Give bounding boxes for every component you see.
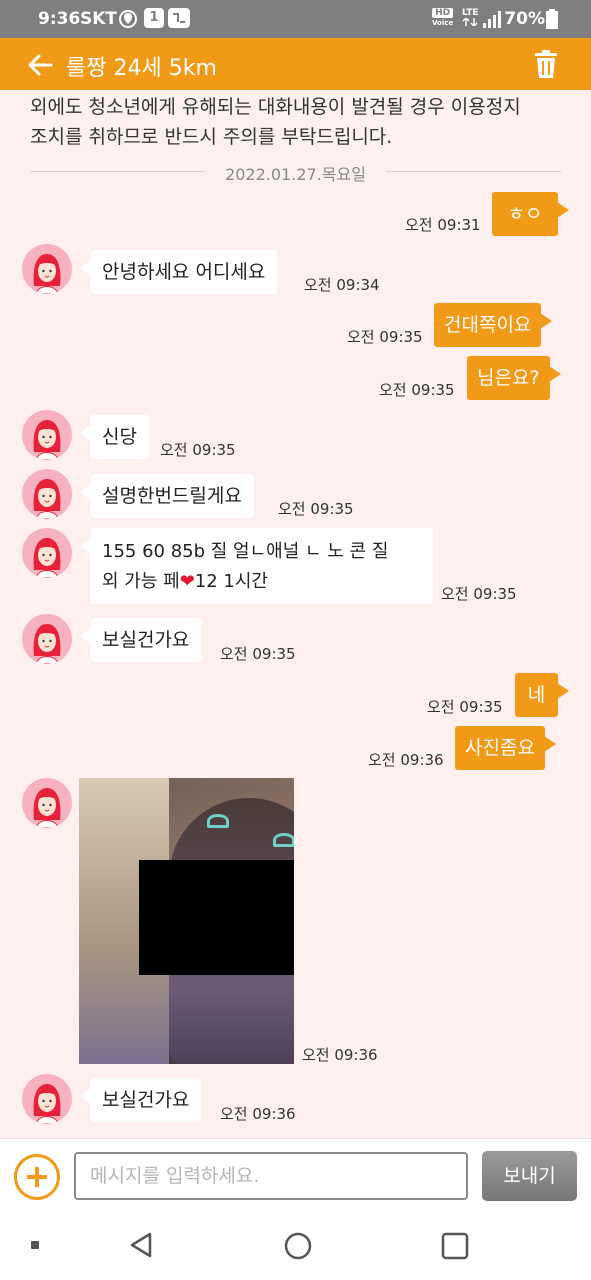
message-time: 오전 09:35 — [427, 698, 503, 716]
policy-notice: 외에도 청소년에게 유해되는 대화내용이 발견될 경우 이용정지 조치를 취하므… — [30, 92, 570, 152]
status-bar: 9:36 SKT 1 HD Voice LTE 70% — [0, 0, 591, 38]
message-bubble-in[interactable]: 보실건가요 — [79, 618, 202, 662]
message-time: 오전 09:31 — [405, 216, 481, 234]
message-bubble-out[interactable]: 건대쪽이요 — [434, 303, 553, 347]
avatar[interactable] — [22, 410, 72, 460]
message-time: 오전 09:36 — [220, 1105, 296, 1123]
system-nav-bar — [0, 1210, 591, 1280]
data-arrows-icon — [462, 16, 478, 28]
message-composer: 보내기 — [0, 1138, 591, 1210]
message-bubble-in[interactable]: 보실건가요 — [79, 1078, 202, 1122]
trash-icon[interactable] — [535, 50, 557, 78]
date-separator: 2022.01.27.목요일 — [30, 158, 561, 184]
profile-avatar-icon — [33, 624, 61, 664]
message-time: 오전 09:36 — [302, 1046, 378, 1064]
message-bubble-in[interactable]: 설명한번드릴게요 — [80, 474, 254, 518]
message-time: 오전 09:35 — [379, 381, 455, 399]
profile-avatar-icon — [33, 479, 61, 519]
message-bubble-in[interactable]: 신당 — [80, 415, 149, 459]
send-button[interactable]: 보내기 — [482, 1151, 577, 1201]
avatar[interactable] — [22, 778, 72, 828]
heart-icon: ❤ — [179, 571, 195, 592]
chat-header: 룰짱 24세 5km — [0, 38, 591, 90]
back-arrow-icon[interactable] — [26, 51, 54, 79]
avatar[interactable] — [22, 469, 72, 519]
message-input[interactable] — [74, 1152, 468, 1200]
message-time: 오전 09:35 — [278, 500, 354, 518]
message-line-2: 외 가능 페❤12 1시간 — [102, 567, 421, 597]
message-line-1: 155 60 85b 질 얼ㄴ애널 ㄴ 노 콘 질 — [102, 541, 389, 562]
avatar[interactable] — [22, 1074, 72, 1124]
avatar[interactable] — [22, 614, 72, 664]
message-indicator-icon — [168, 8, 190, 28]
recent-dot-icon[interactable] — [30, 1240, 40, 1250]
message-time: 오전 09:35 — [441, 585, 517, 603]
avatar[interactable] — [22, 528, 72, 578]
voice-label: Voice — [432, 19, 454, 27]
chat-title: 룰짱 24세 5km — [66, 56, 217, 81]
notice-line-2: 조치를 취하므로 반드시 주의를 부탁드립니다. — [30, 126, 393, 148]
status-time: 9:36 — [38, 9, 81, 29]
profile-avatar-icon — [33, 254, 61, 294]
message-bubble-out[interactable]: 사진좀요 — [455, 726, 556, 770]
profile-avatar-icon — [33, 1084, 61, 1124]
message-time: 오전 09:36 — [368, 751, 444, 769]
notice-line-1: 외에도 청소년에게 유해되는 대화내용이 발견될 경우 이용정지 — [30, 96, 521, 118]
message-bubble-in[interactable]: 안녕하세요 어디세요 — [79, 250, 278, 294]
location-pin-icon — [119, 10, 137, 28]
home-circle-icon[interactable] — [283, 1231, 313, 1261]
lte-label: LTE — [462, 8, 479, 18]
plus-circle-icon[interactable] — [14, 1154, 60, 1200]
message-bubble-in[interactable]: 155 60 85b 질 얼ㄴ애널 ㄴ 노 콘 질 외 가능 페❤12 1시간 — [80, 528, 433, 604]
photo-message[interactable] — [79, 778, 294, 1064]
overview-square-icon[interactable] — [440, 1231, 470, 1261]
message-time: 오전 09:34 — [304, 276, 380, 294]
censor-block — [139, 860, 294, 975]
avatar[interactable] — [22, 244, 72, 294]
message-time: 오전 09:35 — [160, 441, 236, 459]
profile-avatar-icon — [33, 420, 61, 460]
sim-badge: 1 — [144, 8, 164, 28]
message-line-2-prefix: 외 가능 페 — [102, 571, 180, 592]
profile-avatar-icon — [33, 788, 61, 828]
message-time: 오전 09:35 — [347, 328, 423, 346]
message-line-2-suffix: 12 1시간 — [194, 571, 268, 592]
message-bubble-out[interactable]: 네 — [515, 673, 569, 717]
signal-icon — [483, 11, 501, 28]
date-label: 2022.01.27.목요일 — [225, 165, 366, 184]
message-bubble-out[interactable]: ㅎㅇ — [492, 192, 569, 236]
message-bubble-out[interactable]: 님은요? — [467, 356, 561, 400]
hd-label: HD — [432, 8, 454, 18]
message-time: 오전 09:35 — [220, 645, 296, 663]
battery-icon — [546, 9, 558, 29]
carrier-label: SKT — [80, 9, 118, 29]
back-triangle-icon[interactable] — [126, 1230, 156, 1260]
hair-clip — [207, 814, 229, 828]
hair-clip — [273, 833, 294, 847]
profile-avatar-icon — [33, 538, 61, 578]
battery-percent: 70% — [504, 9, 545, 29]
